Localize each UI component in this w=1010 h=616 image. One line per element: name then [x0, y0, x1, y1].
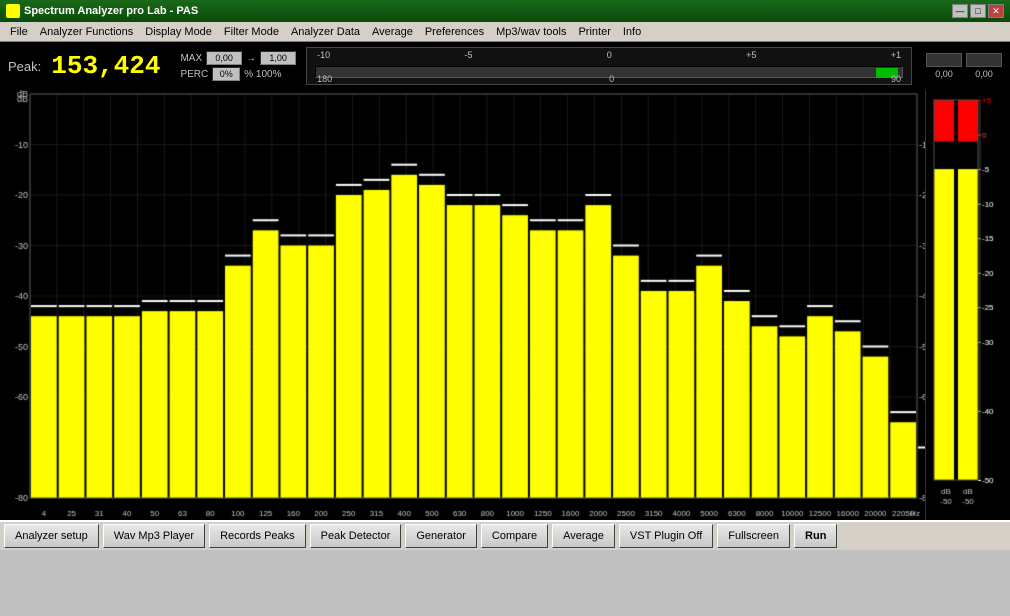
minimize-button[interactable]: — [952, 4, 968, 18]
perc-input[interactable] [212, 67, 240, 81]
right-meters: 0,00 0,00 [926, 53, 1002, 79]
bottom-bar: Analyzer setupWav Mp3 PlayerRecords Peak… [0, 520, 1010, 550]
window-controls: — □ ✕ [952, 4, 1004, 18]
peak-detector-button[interactable]: Peak Detector [310, 524, 402, 548]
average-button[interactable]: Average [552, 524, 615, 548]
menu-item-display-mode[interactable]: Display Mode [139, 24, 218, 40]
run-button[interactable]: Run [794, 524, 837, 548]
menu-bar: FileAnalyzer FunctionsDisplay ModeFilter… [0, 22, 1010, 42]
peak-label: Peak: [8, 59, 41, 74]
max-from-input[interactable] [206, 51, 242, 65]
title-bar: Spectrum Analyzer pro Lab - PAS — □ ✕ [0, 0, 1010, 22]
top-panel: Peak: 153,424 MAX → PERC % 100% -10 -5 0… [0, 42, 1010, 90]
records-peaks-button[interactable]: Records Peaks [209, 524, 306, 548]
fullscreen-button[interactable]: Fullscreen [717, 524, 790, 548]
freq-scale-neg10: -10 [317, 50, 330, 60]
close-button[interactable]: ✕ [988, 4, 1004, 18]
vu-panel [925, 90, 1010, 520]
freq-mid: 0 [609, 74, 614, 84]
freq-to: 90 [891, 74, 901, 84]
menu-item-file[interactable]: File [4, 24, 34, 40]
freq-scale-p5: +5 [746, 50, 756, 60]
menu-item-mp3/wav-tools[interactable]: Mp3/wav tools [490, 24, 572, 40]
menu-item-info[interactable]: Info [617, 24, 647, 40]
freq-scale-0: 0 [607, 50, 612, 60]
freq-from: 180 [317, 74, 332, 84]
menu-item-average[interactable]: Average [366, 24, 419, 40]
menu-item-preferences[interactable]: Preferences [419, 24, 490, 40]
generator-button[interactable]: Generator [405, 524, 477, 548]
right-val2: 0,00 [966, 69, 1002, 79]
spectrum-display [0, 90, 925, 520]
maximize-button[interactable]: □ [970, 4, 986, 18]
max-to-input[interactable] [260, 51, 296, 65]
perc-label: PERC [180, 69, 208, 80]
perc-pct: % 100% [244, 69, 281, 80]
app-title: Spectrum Analyzer pro Lab - PAS [24, 5, 948, 17]
compare-button[interactable]: Compare [481, 524, 548, 548]
menu-item-filter-mode[interactable]: Filter Mode [218, 24, 285, 40]
spectrum-canvas [0, 90, 925, 520]
menu-item-analyzer-functions[interactable]: Analyzer Functions [34, 24, 140, 40]
vu-canvas [926, 90, 1010, 520]
menu-item-printer[interactable]: Printer [572, 24, 616, 40]
perc-row: PERC % 100% [180, 67, 296, 81]
freq-scale-p1: +1 [891, 50, 901, 60]
wav-mp3-player-button[interactable]: Wav Mp3 Player [103, 524, 205, 548]
vst-plugin-off-button[interactable]: VST Plugin Off [619, 524, 713, 548]
menu-item-analyzer-data[interactable]: Analyzer Data [285, 24, 366, 40]
freq-slider[interactable]: -10 -5 0 +5 +1 180 0 90 [306, 47, 912, 85]
peak-value: 153,424 [51, 51, 160, 81]
freq-scale-5: -5 [464, 50, 472, 60]
max-row: MAX → [180, 51, 296, 65]
right-val1: 0,00 [926, 69, 962, 79]
max-controls: MAX → PERC % 100% [180, 51, 296, 81]
max-label: MAX [180, 53, 202, 64]
main-area [0, 90, 1010, 520]
app-icon [6, 4, 20, 18]
analyzer-setup-button[interactable]: Analyzer setup [4, 524, 99, 548]
